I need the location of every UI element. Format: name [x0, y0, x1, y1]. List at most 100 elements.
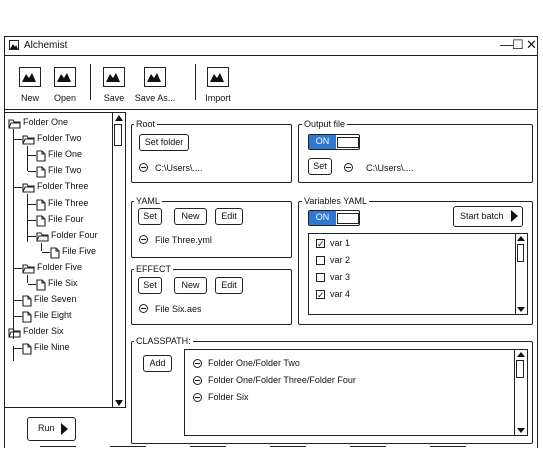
window-title: Alchemist [24, 40, 68, 51]
tree-scrollbar[interactable] [112, 113, 125, 407]
cutoff-edge [110, 446, 146, 448]
cutoff-edge [350, 446, 386, 448]
classpath-label: CLASSPATH: [134, 336, 193, 346]
toolbar-import-button[interactable]: Import [193, 67, 243, 103]
classpath-entry[interactable]: Folder Six [208, 392, 249, 402]
variable-label: var 3 [330, 272, 351, 282]
output-label: Output file [302, 119, 348, 129]
variable-checkbox[interactable]: ✓ [316, 239, 325, 249]
maximize-button[interactable]: ☐ [512, 38, 524, 52]
tree-folder[interactable]: Folder Three [37, 181, 88, 191]
title-bar [4, 36, 538, 56]
output-toggle[interactable]: ON [308, 134, 360, 150]
variables-label: Variables YAML [302, 196, 370, 206]
classpath-entry[interactable]: Folder One/Folder Two [208, 358, 300, 368]
toolbar-label: Import [205, 93, 231, 103]
tree-folder[interactable]: Folder Five [37, 262, 82, 272]
scroll-up-icon[interactable] [517, 352, 525, 357]
tree-folder[interactable]: Folder One [23, 117, 68, 127]
tree-connector [14, 139, 22, 141]
tree-connector [27, 275, 28, 283]
variable-checkbox[interactable]: ✓ [316, 290, 325, 300]
yaml-new-button[interactable]: New [174, 208, 207, 225]
yaml-set-button[interactable]: Set [138, 208, 162, 225]
toolbar-label: Open [53, 93, 77, 103]
output-group [298, 124, 533, 183]
tree-file[interactable]: File Seven [34, 294, 77, 304]
tree-connector [14, 316, 22, 318]
remove-icon[interactable] [193, 359, 202, 368]
set-folder-button[interactable]: Set folder [139, 134, 189, 151]
variables-toggle[interactable]: ON [308, 210, 360, 226]
set-output-button[interactable]: Set [308, 158, 332, 175]
tree-file[interactable]: File Five [62, 246, 96, 256]
cutoff-edge [430, 446, 466, 448]
file-icon [50, 247, 60, 261]
variable-label: var 1 [330, 238, 351, 248]
effect-label: EFFECT [134, 264, 173, 274]
tree-connector [28, 203, 36, 205]
toggle-knob [337, 213, 359, 224]
output-path: C:\Users\.... [366, 163, 414, 173]
tree-folder[interactable]: Folder Two [37, 133, 81, 143]
file-icon [36, 150, 46, 164]
toolbar-separator [90, 64, 91, 100]
image-icon [207, 67, 229, 87]
scroll-down-icon[interactable] [115, 400, 123, 406]
folder-icon [22, 182, 35, 195]
add-classpath-button[interactable]: Add [143, 355, 172, 372]
tree-folder[interactable]: Folder Four [51, 230, 98, 240]
scroll-up-icon[interactable] [115, 115, 123, 121]
scroll-thumb[interactable] [516, 360, 524, 378]
variable-checkbox[interactable] [316, 256, 325, 265]
remove-icon[interactable] [193, 393, 202, 402]
start-batch-button[interactable]: Start batch [453, 206, 523, 227]
file-icon [36, 198, 46, 213]
file-icon [22, 311, 32, 325]
tree-file[interactable]: File Four [48, 214, 84, 224]
tree-folder[interactable]: Folder Six [23, 326, 64, 336]
folder-icon [8, 118, 21, 131]
run-label: Run [38, 423, 55, 433]
effect-new-button[interactable]: New [174, 277, 207, 294]
play-icon [511, 210, 518, 222]
tree-file[interactable]: File Nine [34, 342, 70, 352]
remove-icon[interactable] [139, 163, 148, 172]
yaml-edit-button[interactable]: Edit [215, 208, 243, 225]
remove-icon[interactable] [139, 304, 148, 313]
scroll-thumb[interactable] [114, 124, 122, 146]
tree-file[interactable]: File Eight [34, 310, 72, 320]
toolbar-label: Save As... [134, 93, 176, 103]
tree-file[interactable]: File Two [48, 165, 81, 175]
scroll-down-icon[interactable] [517, 428, 525, 433]
tree-file[interactable]: File One [48, 149, 82, 159]
toolbar-save-as-button[interactable]: Save As... [130, 67, 180, 103]
scroll-up-icon[interactable] [517, 236, 525, 241]
toolbar-open-button[interactable]: Open [40, 67, 90, 103]
effect-edit-button[interactable]: Edit [215, 277, 243, 294]
scroll-thumb[interactable] [517, 244, 524, 262]
variable-label: var 4 [330, 289, 351, 299]
tree-file[interactable]: File Three [48, 198, 88, 208]
yaml-label: YAML [134, 196, 162, 206]
effect-set-button[interactable]: Set [138, 277, 162, 294]
run-button[interactable]: Run [27, 417, 76, 441]
folder-icon [22, 134, 35, 147]
tree-connector [14, 300, 22, 302]
tree-connector [14, 267, 22, 269]
close-button[interactable]: ✕ [526, 38, 537, 52]
toggle-on-label: ON [309, 135, 336, 149]
tree-connector [28, 219, 36, 221]
tree-connector [14, 187, 22, 189]
tree-connector [13, 129, 14, 339]
classpath-entry[interactable]: Folder One/Folder Three/Folder Four [208, 375, 356, 385]
file-icon [36, 166, 46, 180]
tree-connector [42, 251, 50, 253]
remove-icon[interactable] [344, 163, 353, 172]
scroll-down-icon[interactable] [517, 307, 525, 312]
remove-icon[interactable] [193, 376, 202, 385]
tree-connector [41, 243, 42, 251]
remove-icon[interactable] [139, 235, 148, 244]
tree-file[interactable]: File Six [48, 278, 78, 288]
variable-checkbox[interactable] [316, 273, 325, 282]
